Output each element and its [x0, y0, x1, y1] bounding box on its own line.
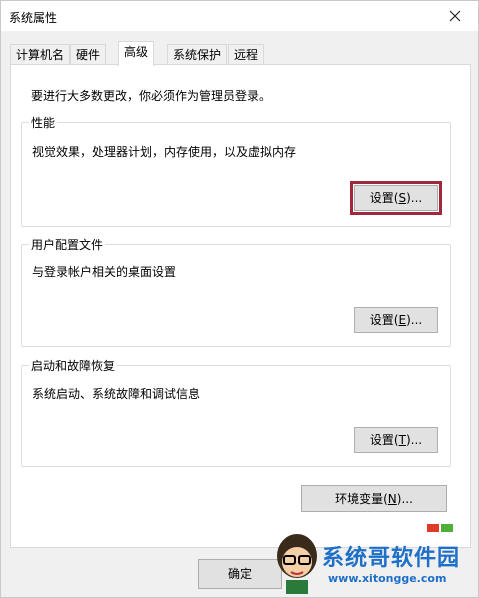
user-profiles-group-title: 用户配置文件	[29, 236, 106, 253]
close-icon	[449, 10, 461, 22]
env-variables-label-pre: 环境变量(	[335, 491, 388, 506]
user-profiles-settings-accel: E	[398, 313, 407, 327]
title-bar: 系统属性	[1, 1, 478, 31]
tab-computer-name[interactable]: 计算机名	[10, 44, 71, 65]
watermark-text: 系统哥软件园	[322, 546, 461, 571]
user-profiles-settings-label-post: )...	[406, 313, 423, 327]
watermark-logo: 系统哥软件园 www.xitongge.com	[272, 520, 479, 598]
user-profiles-settings-label-pre: 设置(	[369, 313, 399, 327]
startup-recovery-settings-label-pre: 设置(	[369, 433, 399, 447]
watermark-url: www.xitongge.com	[328, 572, 447, 585]
startup-recovery-settings-label-post: )...	[405, 433, 423, 447]
environment-variables-button[interactable]: 环境变量(N)...	[301, 485, 447, 512]
performance-group: 性能 视觉效果，处理器计划，内存使用，以及虚拟内存 设置(S)...	[21, 114, 451, 227]
startup-recovery-settings-accel: T	[398, 433, 406, 447]
windows-logo-icon	[427, 524, 453, 532]
performance-settings-accel: S	[398, 191, 407, 205]
user-profiles-description: 与登录帐户相关的桌面设置	[32, 265, 177, 279]
admin-notice: 要进行大多数更改，你必须作为管理员登录。	[31, 89, 272, 103]
startup-recovery-description: 系统启动、系统故障和调试信息	[32, 387, 201, 401]
performance-settings-button[interactable]: 设置(S)...	[350, 181, 442, 215]
startup-recovery-group: 启动和故障恢复 系统启动、系统故障和调试信息 设置(T)...	[21, 357, 451, 467]
user-profiles-settings-button[interactable]: 设置(E)...	[354, 307, 438, 333]
user-profiles-group: 用户配置文件 与登录帐户相关的桌面设置 设置(E)...	[21, 236, 451, 347]
startup-recovery-settings-button[interactable]: 设置(T)...	[354, 427, 438, 453]
close-button[interactable]	[432, 1, 478, 31]
env-variables-label-post: )...	[396, 491, 413, 506]
performance-settings-label-pre: 设置(	[369, 191, 399, 205]
tab-system-protection[interactable]: 系统保护	[167, 44, 228, 65]
tab-hardware[interactable]: 硬件	[70, 44, 107, 65]
tab-remote[interactable]: 远程	[228, 44, 265, 65]
performance-group-title: 性能	[29, 114, 58, 131]
window-title: 系统属性	[9, 11, 58, 25]
performance-description: 视觉效果，处理器计划，内存使用，以及虚拟内存	[32, 145, 297, 159]
performance-settings-label-post: )...	[406, 191, 423, 205]
tab-strip: 计算机名 硬件 高级 系统保护 远程	[10, 41, 470, 66]
startup-recovery-group-title: 启动和故障恢复	[29, 357, 118, 374]
tab-advanced[interactable]: 高级	[118, 41, 155, 66]
system-properties-window: 系统属性 计算机名 硬件 高级 系统保护 远程 要进行大多数更改，你必须作为管理…	[0, 0, 479, 598]
advanced-tab-panel: 要进行大多数更改，你必须作为管理员登录。 性能 视觉效果，处理器计划，内存使用，…	[10, 64, 471, 548]
env-variables-accel: N	[387, 491, 397, 506]
mascot-icon	[277, 534, 317, 594]
ok-button[interactable]: 确定	[198, 559, 282, 589]
